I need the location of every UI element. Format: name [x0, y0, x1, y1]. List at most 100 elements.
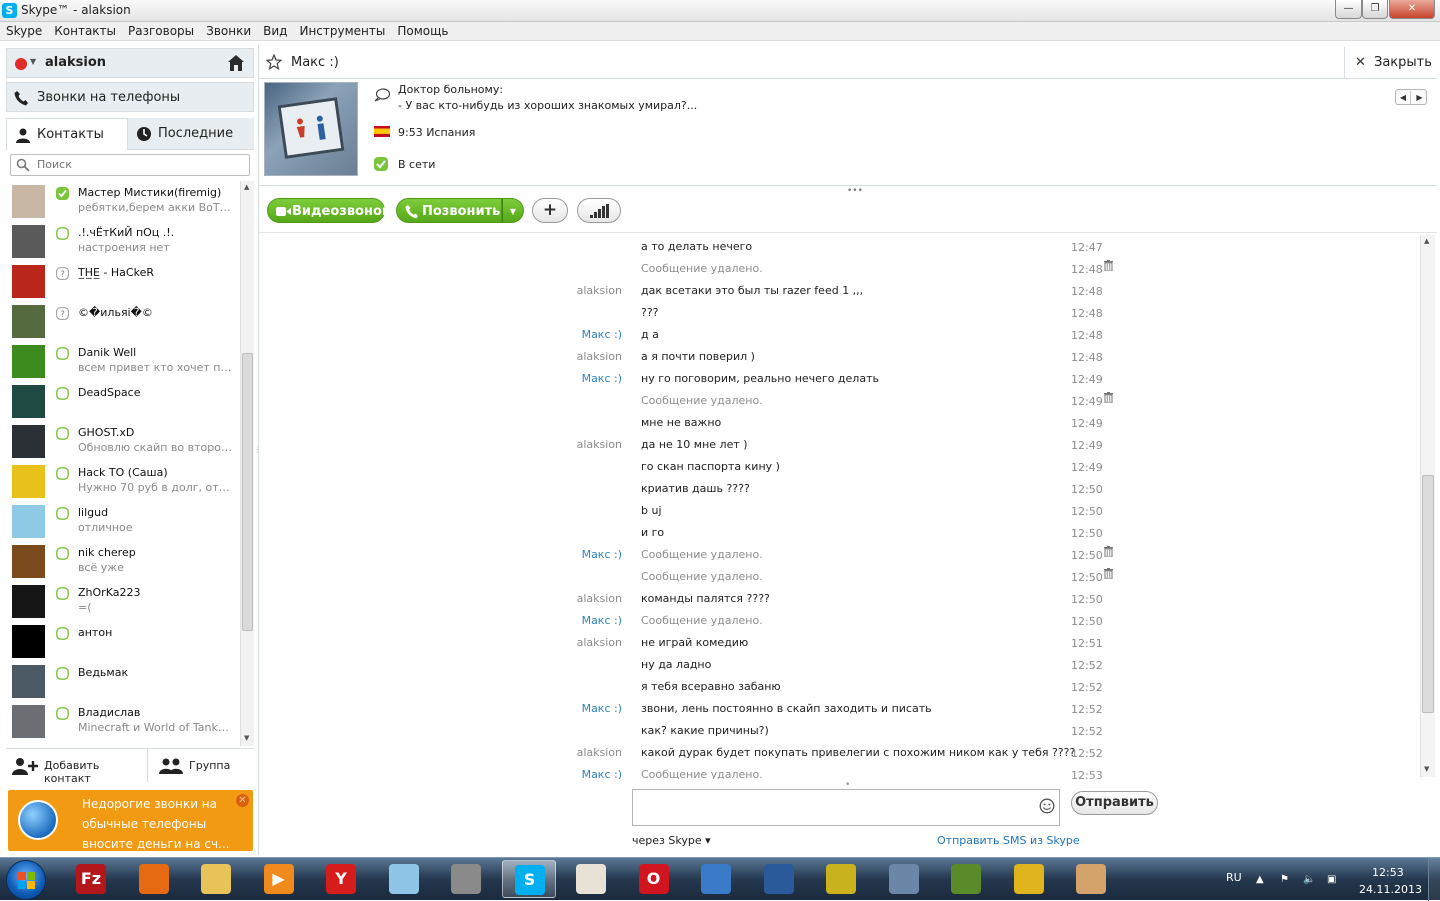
- message-author[interactable]: Макс :): [582, 702, 622, 715]
- chat-message[interactable]: Макс :) Сообщение удалено. 12:53: [259, 763, 1420, 779]
- scroll-down-arrow[interactable]: ▼: [1424, 765, 1429, 773]
- video-call-button[interactable]: Видеозвонок: [267, 198, 391, 223]
- contact-avatar[interactable]: [12, 305, 45, 338]
- group-button[interactable]: Группа: [149, 749, 254, 782]
- contact-item[interactable]: lilgud отличное: [6, 501, 238, 541]
- close-window-button[interactable]: ✕: [1389, 0, 1435, 19]
- contact-item[interactable]: DeadSpace: [6, 381, 238, 421]
- contact-avatar[interactable]: [264, 82, 358, 176]
- contact-avatar[interactable]: [12, 185, 45, 218]
- menu-contacts[interactable]: Контакты: [48, 22, 122, 38]
- taskbar-paint-jar[interactable]: [564, 860, 618, 898]
- scroll-down-arrow[interactable]: ▼: [244, 734, 249, 742]
- flag-icon[interactable]: ⚑: [1280, 874, 1289, 885]
- tab-recent[interactable]: Последние: [128, 118, 254, 150]
- send-via-dropdown[interactable]: через Skype ▾: [632, 834, 711, 847]
- menu-view[interactable]: Вид: [257, 22, 293, 38]
- chat-message[interactable]: Сообщение удалено. 12:49: [259, 389, 1420, 411]
- taskbar-network[interactable]: [689, 860, 743, 898]
- contact-item[interactable]: ZhOrKa223 =(: [6, 581, 238, 621]
- message-author[interactable]: Макс :): [582, 372, 622, 385]
- chat-message[interactable]: Макс :) Сообщение удалено. 12:50: [259, 543, 1420, 565]
- contact-list-scrollbar[interactable]: ▲ ▼: [240, 181, 254, 746]
- contact-item[interactable]: Danik Well всем привет кто хочет поиграть: [6, 341, 238, 381]
- taskbar-firefox[interactable]: [127, 860, 181, 898]
- trash-icon[interactable]: [1104, 392, 1113, 403]
- taskbar-opera[interactable]: O: [627, 860, 681, 898]
- contact-avatar[interactable]: [12, 665, 45, 698]
- menu-tools[interactable]: Инструменты: [293, 22, 391, 38]
- contact-avatar[interactable]: [12, 225, 45, 258]
- chat-message[interactable]: alaksion да не 10 мне лет ) 12:49: [259, 433, 1420, 455]
- call-quality-button[interactable]: [577, 198, 621, 223]
- contact-item[interactable]: ? ©�ильяi�©: [6, 301, 238, 341]
- chevron-down-icon[interactable]: ▼: [502, 198, 524, 223]
- contact-item[interactable]: Hack TO (Саша) Нужно 70 руб в долг, отдам…: [6, 461, 238, 501]
- message-author[interactable]: alaksion: [577, 350, 622, 363]
- chat-message[interactable]: ну да ладно 12:52: [259, 653, 1420, 675]
- chat-message[interactable]: Сообщение удалено. 12:50: [259, 565, 1420, 587]
- chat-message[interactable]: и го 12:50: [259, 521, 1420, 543]
- chat-message[interactable]: мне не важно 12:49: [259, 411, 1420, 433]
- language-indicator[interactable]: RU: [1226, 871, 1242, 884]
- contact-avatar[interactable]: [12, 465, 45, 498]
- contact-item[interactable]: Владислав Minecraft и World of Tanks ;): [6, 701, 238, 741]
- search-input[interactable]: [37, 158, 237, 171]
- chat-message[interactable]: alaksion команды палятся ???? 12:50: [259, 587, 1420, 609]
- chat-message[interactable]: Макс :) звони, лень постоянно в скайп зах…: [259, 697, 1420, 719]
- message-author[interactable]: Макс :): [582, 768, 622, 779]
- taskbar-yandex[interactable]: Y: [314, 860, 368, 898]
- close-icon[interactable]: ✕: [236, 794, 249, 807]
- menu-conversations[interactable]: Разговоры: [122, 22, 200, 38]
- contact-item[interactable]: ? T̲H̲E̲ - HaCkeR: [6, 261, 238, 301]
- send-sms-link[interactable]: Отправить SMS из Skype: [937, 834, 1080, 847]
- emoticon-icon[interactable]: [1039, 798, 1055, 814]
- chat-message[interactable]: alaksion какой дурак будет покупать приве…: [259, 741, 1420, 763]
- chevron-down-icon[interactable]: ▼: [30, 57, 36, 66]
- call-phones-button[interactable]: Звонки на телефоны: [6, 82, 254, 112]
- taskbar-skype[interactable]: S: [501, 860, 556, 898]
- menu-help[interactable]: Помощь: [391, 22, 454, 38]
- send-button[interactable]: Отправить: [1071, 791, 1158, 815]
- clock-date[interactable]: 24.11.2013: [1359, 883, 1422, 896]
- add-participant-button[interactable]: +: [532, 198, 568, 223]
- contact-item[interactable]: Мастер Мистики(firemig) ребятки,берем акк…: [6, 181, 238, 221]
- chat-message[interactable]: криатив дашь ???? 12:50: [259, 477, 1420, 499]
- contact-avatar[interactable]: [12, 345, 45, 378]
- contact-avatar[interactable]: [12, 705, 45, 738]
- scroll-up-arrow[interactable]: ▲: [1424, 237, 1429, 245]
- minimize-button[interactable]: —: [1335, 0, 1362, 19]
- message-author[interactable]: Макс :): [582, 328, 622, 341]
- trash-icon[interactable]: [1104, 568, 1113, 579]
- taskbar-remote-display[interactable]: [877, 860, 931, 898]
- menu-calls[interactable]: Звонки: [200, 22, 257, 38]
- chevron-right-icon[interactable]: ▶: [1412, 91, 1427, 104]
- message-author[interactable]: alaksion: [577, 746, 622, 759]
- menu-skype[interactable]: Skype: [0, 22, 48, 38]
- trash-icon[interactable]: [1104, 546, 1113, 557]
- message-author[interactable]: alaksion: [577, 592, 622, 605]
- message-input[interactable]: [632, 789, 1060, 826]
- tab-contacts[interactable]: Контакты: [6, 118, 128, 150]
- contact-avatar[interactable]: [12, 265, 45, 298]
- chat-message[interactable]: а то делать нечего 12:47: [259, 235, 1420, 257]
- chat-scrollbar[interactable]: ▲ ▼: [1420, 235, 1435, 777]
- show-desktop-button[interactable]: [1428, 858, 1440, 901]
- start-button[interactable]: [6, 860, 46, 900]
- contact-avatar[interactable]: [12, 505, 45, 538]
- message-author[interactable]: alaksion: [577, 284, 622, 297]
- chat-message[interactable]: как? какие причины?) 12:52: [259, 719, 1420, 741]
- search-box[interactable]: [10, 154, 250, 176]
- chat-message[interactable]: ??? 12:48: [259, 301, 1420, 323]
- chat-message[interactable]: b uj 12:50: [259, 499, 1420, 521]
- contact-avatar[interactable]: [12, 585, 45, 618]
- clock-time[interactable]: 12:53: [1372, 866, 1404, 879]
- home-icon[interactable]: [227, 53, 245, 73]
- contact-avatar[interactable]: [12, 385, 45, 418]
- message-author[interactable]: alaksion: [577, 438, 622, 451]
- contact-item[interactable]: Ведьмак: [6, 661, 238, 701]
- star-icon[interactable]: [266, 54, 282, 70]
- contact-avatar[interactable]: [12, 625, 45, 658]
- taskbar-uac-shield[interactable]: [1002, 860, 1056, 898]
- chevron-left-icon[interactable]: ◀: [1396, 91, 1411, 104]
